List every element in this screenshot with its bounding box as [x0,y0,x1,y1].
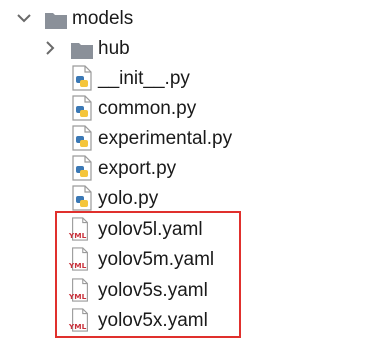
tree-item-label: models [72,8,134,29]
tree-item-yolov5s-yaml[interactable]: YML yolov5s.yaml [0,276,377,306]
chevron-down-icon[interactable] [14,8,34,28]
yaml-file-icon: YML [68,308,88,332]
tree-item-hub[interactable]: hub [0,34,377,64]
tree-item-label: yolov5s.yaml [98,280,208,301]
project-file-tree: models hub __init__.py common.py experim… [0,0,377,340]
yaml-badge: YML [68,261,87,270]
yaml-badge: YML [68,322,87,331]
folder-icon [71,43,93,59]
tree-item-common-py[interactable]: common.py [0,94,377,124]
yaml-badge: YML [68,292,87,301]
python-file-icon [72,185,92,211]
tree-item-label: common.py [98,98,197,119]
chevron-right-icon[interactable] [40,38,60,58]
yaml-badge: YML [68,231,87,240]
tree-item-models[interactable]: models [0,4,377,34]
tree-item-experimental-py[interactable]: experimental.py [0,124,377,154]
tree-item-yolov5m-yaml[interactable]: YML yolov5m.yaml [0,245,377,275]
tree-item-label: experimental.py [98,128,233,149]
yaml-file-icon: YML [68,247,88,271]
python-file-icon [72,95,92,121]
tree-item-yolov5x-yaml[interactable]: YML yolov5x.yaml [0,306,377,336]
folder-icon [45,13,67,29]
tree-item-export-py[interactable]: export.py [0,154,377,184]
tree-item-label: yolo.py [98,188,159,209]
tree-item-yolov5l-yaml[interactable]: YML yolov5l.yaml [0,215,377,245]
tree-item-label: __init__.py [98,68,190,89]
tree-item-label: export.py [98,158,177,179]
tree-item-yolo-py[interactable]: yolo.py [0,184,377,214]
tree-item-label: yolov5x.yaml [98,310,208,331]
yaml-file-icon: YML [68,217,88,241]
python-file-icon [72,125,92,151]
yaml-file-icon: YML [68,278,88,302]
tree-item-label: yolov5l.yaml [98,219,203,240]
tree-item-label: yolov5m.yaml [98,249,215,270]
tree-item-label: hub [98,38,130,59]
tree-item-init-py[interactable]: __init__.py [0,64,377,94]
python-file-icon [72,65,92,91]
python-file-icon [72,155,92,181]
